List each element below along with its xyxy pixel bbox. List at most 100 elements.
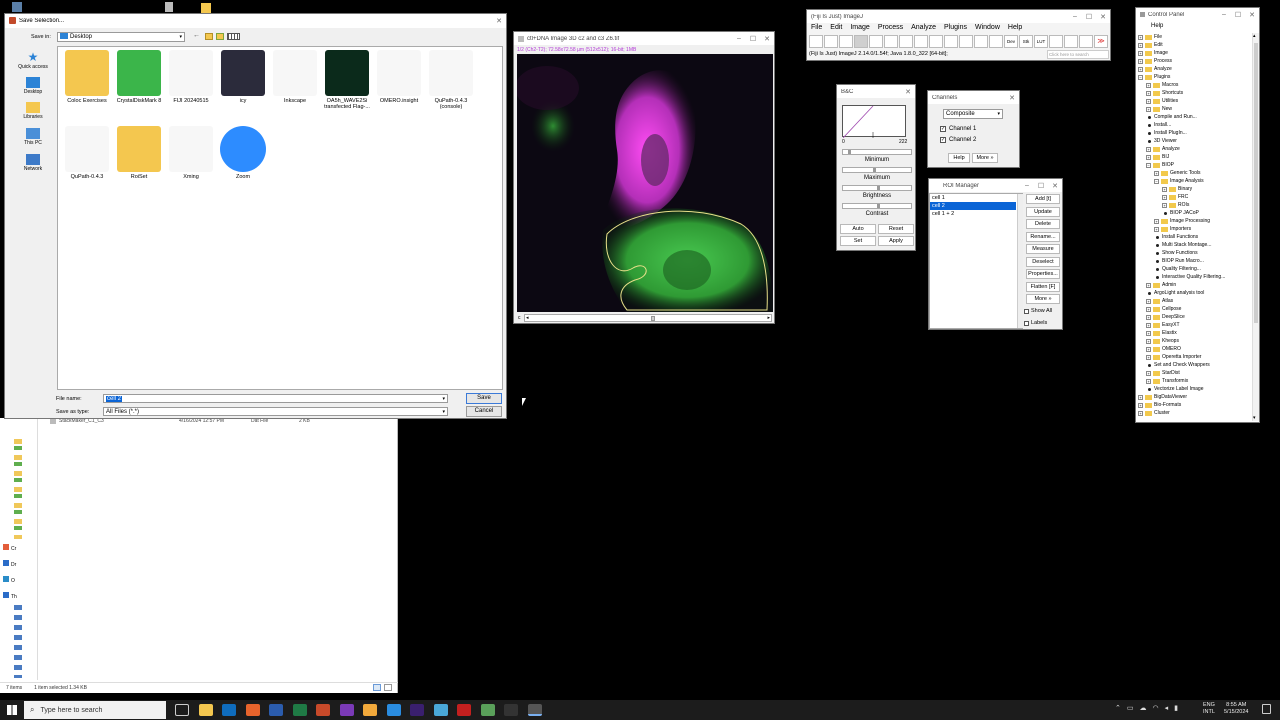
expand-icon[interactable]: + xyxy=(1146,98,1151,104)
expand-icon[interactable]: + xyxy=(1146,282,1151,288)
channels-more-button[interactable]: More » xyxy=(972,153,998,163)
tree-node[interactable]: + Analyze xyxy=(1146,145,1180,153)
cancel-button[interactable]: Cancel xyxy=(466,406,502,417)
file-explorer-icon[interactable] xyxy=(198,704,213,716)
save-as-type-select[interactable]: All Files (*.*) ▾ xyxy=(103,407,448,416)
collapse-icon[interactable]: − xyxy=(1154,178,1159,184)
slider-thumb[interactable] xyxy=(873,168,876,172)
slider-thumb[interactable] xyxy=(651,316,655,321)
roi-list-scrollbar[interactable] xyxy=(1017,194,1023,328)
minimize-icon[interactable]: – xyxy=(1068,13,1082,20)
tree-node[interactable]: Show Functions xyxy=(1154,249,1198,257)
line-tool-icon[interactable] xyxy=(869,35,883,48)
back-arrow-icon[interactable]: ← xyxy=(193,32,200,39)
tree-node[interactable]: − Plugins xyxy=(1138,73,1170,81)
channel-1-checkbox[interactable]: ✓ Channel 1 xyxy=(940,126,976,132)
menu-analyze[interactable]: Analyze xyxy=(911,24,936,31)
show-all-checkbox[interactable]: Show All xyxy=(1024,308,1052,314)
tree-node[interactable]: ArgoLight analysis tool xyxy=(1146,289,1204,297)
save-button[interactable]: Save xyxy=(466,393,502,404)
new-folder-icon[interactable] xyxy=(216,33,224,40)
channel-2-checkbox[interactable]: ✓ Channel 2 xyxy=(940,137,976,143)
scroll-down-arrow[interactable]: ▾ xyxy=(1253,415,1256,421)
tree-node[interactable]: + Image xyxy=(1138,49,1168,57)
tree-node[interactable]: Interactive Quality Filtering... xyxy=(1154,273,1225,281)
dropper-tool-icon[interactable] xyxy=(974,35,988,48)
expand-icon[interactable]: + xyxy=(1138,58,1143,64)
file-list-area[interactable]: Coloc Exercises CrystalDiskMark 8 FIJI 202… xyxy=(57,46,503,390)
control-panel-help-menu[interactable]: Help xyxy=(1151,23,1163,29)
channels-help-button[interactable]: Help xyxy=(948,153,970,163)
wifi-icon[interactable]: ◠ xyxy=(1153,704,1159,712)
collapse-icon[interactable]: − xyxy=(1138,74,1143,80)
expand-icon[interactable]: + xyxy=(1146,370,1151,376)
contrast-slider[interactable] xyxy=(842,203,912,209)
word-icon[interactable] xyxy=(269,704,283,716)
tool-lut[interactable]: LUT xyxy=(1034,35,1048,48)
angle-tool-icon[interactable] xyxy=(884,35,898,48)
expand-icon[interactable]: + xyxy=(1146,330,1151,336)
tree-node[interactable]: + BIJ xyxy=(1146,153,1169,161)
tool-stk[interactable]: Stk xyxy=(1019,35,1033,48)
tree-node[interactable]: + Macros xyxy=(1146,81,1178,89)
tree-node[interactable]: + Shortcuts xyxy=(1146,89,1183,97)
expand-icon[interactable]: + xyxy=(1162,194,1167,200)
tiles-view-icon[interactable] xyxy=(384,684,392,691)
expand-icon[interactable]: + xyxy=(1138,50,1143,56)
roi-list-item[interactable]: cell 2 xyxy=(930,202,1016,210)
cloud-icon[interactable]: ☁ xyxy=(1140,704,1147,712)
desktop-icon-topleft[interactable] xyxy=(12,2,22,12)
clock[interactable]: 8:55 AM 5/15/2024 xyxy=(1224,702,1248,716)
tree-node[interactable]: Install PlugIn... xyxy=(1146,129,1187,137)
windows-start-icon[interactable] xyxy=(7,705,17,715)
tree-node[interactable]: + Cluster xyxy=(1138,409,1170,417)
explorer-side-item[interactable]: Cr xyxy=(3,544,16,552)
tree-node[interactable]: Vectorize Label Image xyxy=(1146,385,1203,393)
scroll-thumb[interactable] xyxy=(1254,43,1258,323)
roi-button-update[interactable]: Update xyxy=(1026,206,1060,217)
expand-icon[interactable]: + xyxy=(1138,394,1143,400)
close-icon[interactable]: ✕ xyxy=(1048,182,1062,190)
minimize-icon[interactable]: – xyxy=(1020,182,1034,189)
minimize-icon[interactable]: – xyxy=(732,35,746,42)
details-view-icon[interactable] xyxy=(373,684,381,691)
tree-node[interactable]: − Image Analysis xyxy=(1154,177,1204,185)
up-folder-icon[interactable] xyxy=(205,33,213,40)
channel-mode-select[interactable]: Composite ▾ xyxy=(943,109,1003,119)
battery-icon[interactable]: ▮ xyxy=(1174,704,1178,712)
roi-button-flatten-f[interactable]: Flatten [F] xyxy=(1026,281,1060,292)
expand-icon[interactable]: + xyxy=(1162,186,1167,192)
scroll-up-arrow[interactable]: ▴ xyxy=(1253,33,1256,39)
expand-icon[interactable]: + xyxy=(1146,146,1151,152)
nav-this-pc[interactable]: This PC xyxy=(9,128,57,146)
menu-image[interactable]: Image xyxy=(850,24,869,31)
volume-icon[interactable]: ◂ xyxy=(1165,704,1169,712)
desktop-icon-fiji[interactable] xyxy=(165,2,173,12)
expand-icon[interactable]: + xyxy=(1146,106,1151,112)
minimize-icon[interactable]: – xyxy=(1217,11,1231,18)
explorer-file-row[interactable]: StackMaker_C1_C3 4/16/2024 12:57 PM Dat … xyxy=(50,418,390,426)
image-canvas[interactable] xyxy=(517,54,773,312)
tree-node[interactable]: + BigDataViewer xyxy=(1138,393,1187,401)
collapse-icon[interactable]: − xyxy=(1146,162,1151,168)
obs-icon[interactable] xyxy=(504,704,518,716)
tool-dev[interactable]: Dev xyxy=(1004,35,1018,48)
explorer-side-item[interactable]: Dr xyxy=(3,560,16,568)
expand-icon[interactable]: + xyxy=(1146,338,1151,344)
tree-node[interactable]: Set and Check Wrappers xyxy=(1146,361,1210,369)
file-item[interactable]: OMERO.insight xyxy=(374,50,424,104)
tree-node[interactable]: + Bio-Formats xyxy=(1138,401,1181,409)
brightness-slider[interactable] xyxy=(842,185,912,191)
point-tool-icon[interactable] xyxy=(899,35,913,48)
tree-node[interactable]: + Process xyxy=(1138,57,1172,65)
explorer-side-item[interactable]: O xyxy=(3,576,15,584)
maximize-icon[interactable]: ☐ xyxy=(1082,13,1096,21)
nav-network[interactable]: Network xyxy=(9,154,57,172)
file-item[interactable]: icy xyxy=(218,50,268,104)
maximize-icon[interactable]: ☐ xyxy=(1034,182,1048,190)
fiji-search-input[interactable]: Click here to search xyxy=(1047,50,1109,59)
tree-node[interactable]: + File xyxy=(1138,33,1162,41)
roi-button-rename[interactable]: Rename... xyxy=(1026,231,1060,242)
file-item[interactable]: Coloc Exercises xyxy=(62,50,112,104)
set-button[interactable]: Set xyxy=(840,236,876,246)
